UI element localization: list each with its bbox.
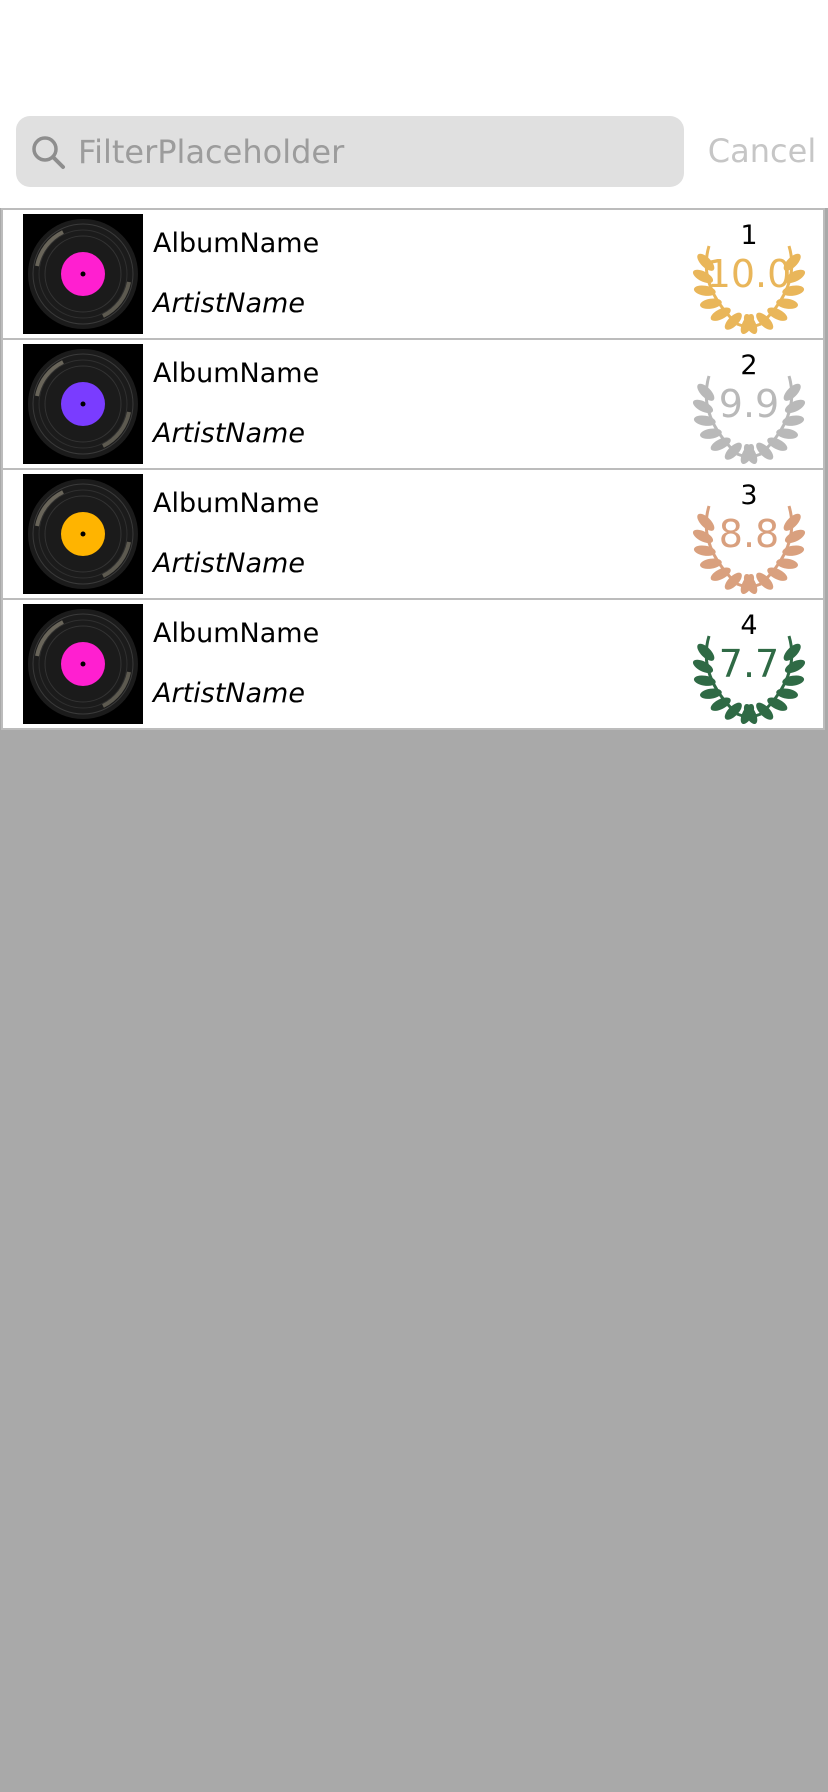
search-input[interactable] — [78, 126, 638, 177]
artist-name: ArtistName — [153, 548, 305, 579]
album-name: AlbumName — [153, 488, 320, 519]
album-name: AlbumName — [153, 618, 320, 649]
album-cover — [23, 474, 143, 594]
list-item[interactable]: AlbumName ArtistName 3 8.8 — [3, 470, 823, 600]
rank-badge: 1 10.0 — [689, 216, 809, 335]
cancel-button[interactable]: Cancel — [700, 128, 824, 174]
list-item[interactable]: AlbumName ArtistName 4 7.7 — [3, 600, 823, 728]
album-list: AlbumName ArtistName 1 10.0 AlbumName Ar… — [1, 208, 825, 730]
rank-badge: 2 9.9 — [689, 346, 809, 465]
album-name: AlbumName — [153, 228, 320, 259]
artist-name: ArtistName — [153, 678, 305, 709]
album-name: AlbumName — [153, 358, 320, 389]
rank-number: 1 — [740, 220, 758, 251]
score-value: 9.9 — [718, 382, 780, 426]
score-value: 8.8 — [718, 512, 780, 556]
search-icon — [32, 135, 65, 169]
rank-number: 3 — [740, 480, 758, 511]
vinyl-record-icon — [23, 214, 143, 334]
rank-number: 4 — [740, 610, 758, 641]
album-cover — [23, 214, 143, 334]
list-item[interactable]: AlbumName ArtistName 1 10.0 — [3, 210, 823, 340]
artist-name: ArtistName — [153, 288, 305, 319]
score-value: 10.0 — [706, 252, 792, 296]
vinyl-record-icon — [23, 344, 143, 464]
list-item[interactable]: AlbumName ArtistName 2 9.9 — [3, 340, 823, 470]
album-cover — [23, 604, 143, 724]
score-value: 7.7 — [718, 642, 780, 686]
album-cover — [23, 344, 143, 464]
navigation-area: Cancel — [0, 0, 828, 208]
rank-number: 2 — [740, 350, 758, 381]
search-bar[interactable] — [16, 116, 684, 187]
rank-badge: 4 7.7 — [689, 606, 809, 725]
rank-badge: 3 8.8 — [689, 476, 809, 595]
vinyl-record-icon — [23, 604, 143, 724]
artist-name: ArtistName — [153, 418, 305, 449]
vinyl-record-icon — [23, 474, 143, 594]
